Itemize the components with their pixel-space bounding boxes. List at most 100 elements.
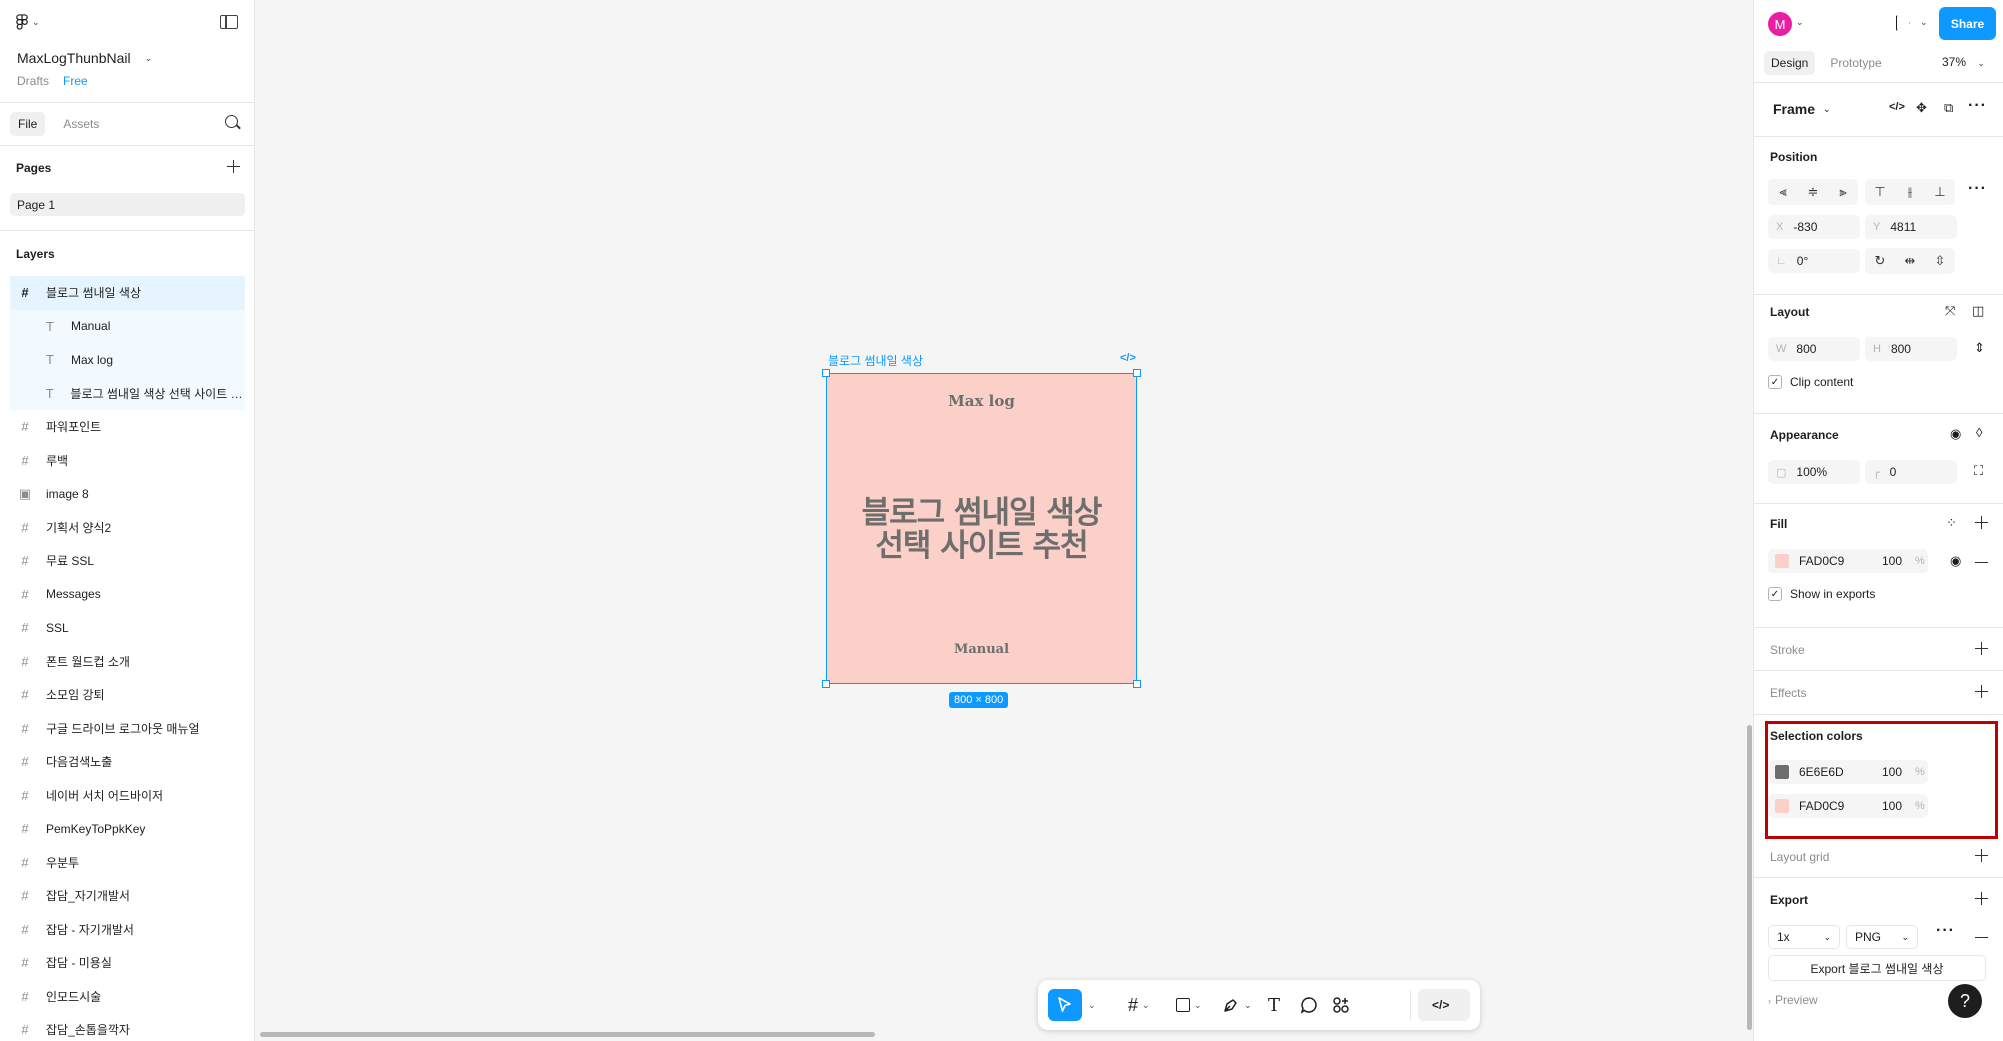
search-icon[interactable] bbox=[225, 115, 238, 128]
layer-item[interactable]: # 파워포인트 bbox=[0, 410, 255, 444]
add-export-icon[interactable] bbox=[1975, 892, 1988, 905]
constrain-proportions-icon[interactable]: ⇕ bbox=[1974, 340, 1985, 356]
chevron-down-icon[interactable]: ⌄ bbox=[1796, 17, 1804, 28]
export-scale-dropdown[interactable]: 1x ⌄ bbox=[1768, 925, 1840, 949]
corner-radius-field[interactable]: ╭ 0 bbox=[1865, 460, 1957, 484]
layer-item[interactable]: T 블로그 썸내일 색상 선택 사이트 추천 bbox=[10, 376, 245, 410]
auto-layout-icon[interactable]: ◫ bbox=[1972, 303, 1984, 319]
layer-item[interactable]: T Max log bbox=[10, 343, 245, 377]
sidebar-toggle-icon[interactable] bbox=[220, 15, 238, 29]
align-top-icon[interactable]: ⊤ bbox=[1865, 179, 1895, 205]
align-center-v-icon[interactable]: ⫲ bbox=[1895, 179, 1925, 205]
selection-type-dropdown[interactable]: Frame ⌄ bbox=[1773, 101, 1831, 117]
resize-handle[interactable] bbox=[1133, 369, 1141, 377]
component-icon[interactable]: ✥ bbox=[1916, 100, 1927, 116]
export-format-dropdown[interactable]: PNG ⌄ bbox=[1846, 925, 1918, 949]
help-button[interactable]: ? bbox=[1948, 984, 1982, 1018]
align-right-icon[interactable]: ⫸ bbox=[1828, 179, 1858, 205]
flip-vertical-icon[interactable]: ⇳ bbox=[1925, 248, 1955, 274]
rotation-field[interactable]: ∟ 0° bbox=[1768, 249, 1860, 273]
frame-top-text[interactable]: Max log bbox=[827, 392, 1136, 410]
resize-to-fit-icon[interactable]: ⤧ bbox=[1945, 303, 1955, 319]
actions-tool-button[interactable] bbox=[1332, 989, 1350, 1021]
tab-assets[interactable]: Assets bbox=[55, 112, 107, 136]
add-effect-icon[interactable] bbox=[1975, 685, 1988, 698]
text-tool-button[interactable]: T bbox=[1268, 989, 1280, 1021]
add-stroke-icon[interactable] bbox=[1975, 642, 1988, 655]
more-icon[interactable]: ··· bbox=[1936, 922, 1955, 940]
tab-file[interactable]: File bbox=[10, 112, 46, 136]
export-button[interactable]: Export 블로그 썸내일 색상 bbox=[1768, 955, 1986, 981]
pen-tool-button[interactable]: ⌄ bbox=[1222, 989, 1252, 1021]
add-fill-icon[interactable] bbox=[1975, 516, 1988, 529]
tab-prototype[interactable]: Prototype bbox=[1823, 51, 1888, 75]
height-field[interactable]: H 800 bbox=[1865, 337, 1957, 361]
blend-mode-icon[interactable]: ◊ bbox=[1976, 425, 1982, 440]
code-icon[interactable]: </> bbox=[1889, 101, 1905, 113]
show-in-exports-checkbox[interactable]: ✓ Show in exports bbox=[1768, 587, 1875, 601]
code-icon[interactable]: </> bbox=[1120, 352, 1136, 364]
share-button[interactable]: Share bbox=[1939, 7, 1996, 40]
fill-row[interactable]: FAD0C9 100 % bbox=[1768, 549, 1928, 573]
eye-icon[interactable]: ◉ bbox=[1950, 553, 1961, 569]
fill-hex[interactable]: FAD0C9 bbox=[1799, 554, 1844, 568]
flip-horizontal-icon[interactable]: ⇹ bbox=[1895, 248, 1925, 274]
remove-export-icon[interactable] bbox=[1975, 937, 1988, 939]
layer-item[interactable]: # 잡담 - 미용실 bbox=[0, 946, 255, 980]
layer-item[interactable]: # 블로그 썸내일 색상 bbox=[10, 276, 245, 310]
file-name[interactable]: MaxLogThunbNail ⌄ bbox=[17, 50, 152, 66]
fill-swatch[interactable] bbox=[1775, 554, 1789, 568]
layer-item[interactable]: # 무료 SSL bbox=[0, 544, 255, 578]
page-item[interactable]: Page 1 bbox=[10, 193, 245, 216]
zoom-dropdown[interactable]: 37% ⌄ bbox=[1942, 55, 1985, 69]
selected-frame[interactable]: Max log 블로그 썸내일 색상 선택 사이트 추천 Manual bbox=[822, 369, 1141, 688]
y-field[interactable]: Y 4811 bbox=[1865, 215, 1957, 239]
width-field[interactable]: W 800 bbox=[1768, 337, 1860, 361]
layer-item[interactable]: # 기획서 양식2 bbox=[0, 511, 255, 545]
canvas[interactable]: 블로그 썸내일 색상 </> Max log 블로그 썸내일 색상 선택 사이트… bbox=[256, 0, 1753, 1041]
layer-item[interactable]: ▣ image 8 bbox=[0, 477, 255, 511]
layer-item[interactable]: # 잡담_자기개발서 bbox=[0, 879, 255, 913]
layer-item[interactable]: # 잡담 - 자기개발서 bbox=[0, 913, 255, 947]
tab-design[interactable]: Design bbox=[1764, 51, 1816, 75]
shape-tool-button[interactable]: ⌄ bbox=[1176, 989, 1202, 1021]
resize-handle[interactable] bbox=[1133, 680, 1141, 688]
layer-item[interactable]: # 우분투 bbox=[0, 846, 255, 880]
frame-name-label[interactable]: 블로그 썸내일 색상 bbox=[828, 352, 923, 369]
independent-corners-icon[interactable]: ⛶ bbox=[1974, 463, 1983, 479]
frame-main-text[interactable]: 블로그 썸내일 색상 선택 사이트 추천 bbox=[827, 497, 1136, 563]
eye-icon[interactable]: ◉ bbox=[1950, 426, 1961, 442]
dev-mode-toggle[interactable]: </> bbox=[1418, 989, 1470, 1021]
align-bottom-icon[interactable]: ⊥ bbox=[1925, 179, 1955, 205]
layer-item[interactable]: # PemKeyToPpkKey bbox=[0, 812, 255, 846]
remove-fill-icon[interactable] bbox=[1975, 562, 1988, 564]
avatar[interactable]: M bbox=[1768, 12, 1792, 36]
more-icon[interactable]: ··· bbox=[1968, 180, 1987, 198]
chevron-down-icon[interactable]: ⌄ bbox=[1920, 17, 1928, 28]
add-page-icon[interactable] bbox=[227, 160, 240, 173]
opacity-field[interactable]: ▢ 100% bbox=[1768, 460, 1860, 484]
rotate-icon[interactable]: ↻ bbox=[1865, 248, 1895, 274]
vertical-scrollbar[interactable] bbox=[1747, 725, 1752, 1030]
layer-item[interactable]: # 소모임 강퇴 bbox=[0, 678, 255, 712]
align-left-icon[interactable]: ⫷ bbox=[1768, 179, 1798, 205]
layer-item[interactable]: # 폰트 월드컵 소개 bbox=[0, 645, 255, 679]
layer-item[interactable]: # 루백 bbox=[0, 444, 255, 478]
layer-item[interactable]: # 네이버 서치 어드바이저 bbox=[0, 779, 255, 813]
frame-bottom-text[interactable]: Manual bbox=[827, 642, 1136, 657]
horizontal-scrollbar[interactable] bbox=[260, 1032, 875, 1037]
layer-item[interactable]: # 다음검색노출 bbox=[0, 745, 255, 779]
comment-tool-button[interactable] bbox=[1300, 989, 1318, 1021]
mask-icon[interactable]: ⧉ bbox=[1944, 100, 1953, 116]
fill-opacity[interactable]: 100 bbox=[1882, 554, 1902, 568]
drafts-link[interactable]: Drafts bbox=[17, 74, 49, 88]
align-center-h-icon[interactable]: ≑ bbox=[1798, 179, 1828, 205]
add-layout-grid-icon[interactable] bbox=[1975, 849, 1988, 862]
layer-item[interactable]: # 잡담_손톱을깍자 bbox=[0, 1013, 255, 1041]
x-field[interactable]: X -830 bbox=[1768, 215, 1860, 239]
styles-icon[interactable]: ⁘ bbox=[1946, 515, 1957, 531]
more-icon[interactable]: ··· bbox=[1968, 97, 1987, 115]
main-menu-button[interactable]: ⌄ bbox=[16, 14, 40, 31]
move-tool-button[interactable] bbox=[1048, 989, 1082, 1021]
resize-handle[interactable] bbox=[822, 680, 830, 688]
